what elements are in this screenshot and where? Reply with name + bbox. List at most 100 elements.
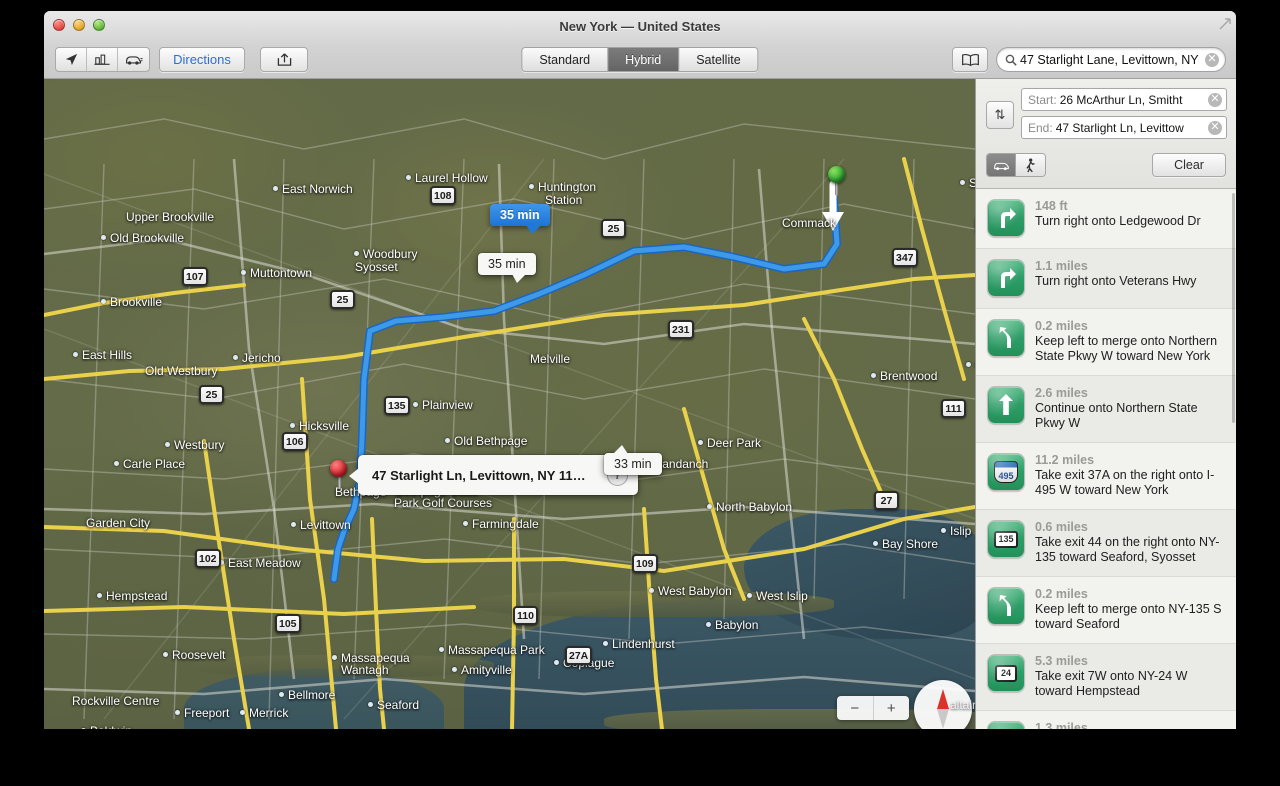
direction-step[interactable]: 0.2 miles Keep left to merge onto NY-135 … (976, 577, 1236, 644)
turn-left-icon (987, 721, 1025, 729)
map-place-dot (165, 442, 170, 447)
route-eta-callout-primary[interactable]: 35 min (490, 204, 550, 234)
place-callout[interactable]: 47 Starlight Ln, Levittown, NY 11… i (349, 455, 638, 495)
map-place-dot (233, 355, 238, 360)
direction-step-instruction: Keep left to merge onto Northern State P… (1035, 334, 1218, 363)
search-input[interactable] (1020, 52, 1205, 67)
end-value: 47 Starlight Ln, Levittow (1055, 120, 1184, 135)
map-label: Bay Shore (882, 537, 939, 551)
traffic-icon[interactable] (118, 48, 149, 71)
map-place-dot (354, 251, 359, 256)
map-place-dot (332, 655, 337, 660)
directions-step-list[interactable]: 148 ft Turn right onto Ledgewood Dr 1.1 mi… (976, 189, 1236, 729)
map-place-dot (529, 184, 534, 189)
map-label: Bellmore (288, 688, 336, 702)
map-label: Syosset (355, 260, 398, 274)
swap-endpoints-button[interactable]: ⇅ (986, 101, 1014, 129)
direction-step[interactable]: 1.3 milesTurn left onto Wantagh Ave (976, 711, 1236, 729)
map-label: Garden City (86, 516, 151, 530)
directions-button[interactable]: Directions (159, 47, 245, 72)
maps-window: New York — United States Directions Stan… (44, 11, 1236, 729)
map-tools-segment[interactable] (55, 47, 150, 72)
keep-left-icon (987, 319, 1025, 357)
map-label: Freeport (184, 706, 230, 720)
search-clear-icon[interactable]: ✕ (1205, 52, 1219, 67)
map-place-dot (101, 299, 106, 304)
map-place-dot (445, 438, 450, 443)
route-eta-callout-alt2[interactable]: 33 min (604, 445, 662, 475)
direction-step[interactable]: 148 ft Turn right onto Ledgewood Dr (976, 189, 1236, 249)
map-type-hybrid[interactable]: Hybrid (608, 48, 680, 71)
direction-step[interactable]: 1.1 miles Turn right onto Veterans Hwy (976, 249, 1236, 309)
map-place-dot (941, 528, 946, 533)
map-place-dot (163, 652, 168, 657)
map-canvas[interactable]: East Norwich Laurel Hollow Huntington Stati… (44, 79, 975, 729)
route-shield: 27A (565, 646, 593, 665)
direction-step[interactable]: 0.2 miles Keep left to merge onto Norther… (976, 309, 1236, 376)
current-location-icon[interactable] (56, 48, 87, 71)
map-label: Old Bethpage (454, 434, 528, 448)
eta-label: 33 min (614, 457, 652, 471)
route-shield: 108 (430, 186, 456, 205)
direction-step[interactable]: 135 0.6 miles Take exit 44 on the right on… (976, 510, 1236, 577)
map-place-dot (649, 588, 654, 593)
route-shield: 106 (282, 432, 308, 451)
map-label: Old Westbury (145, 364, 218, 378)
sidebar-scrollbar-thumb[interactable] (1232, 193, 1235, 423)
map-label: Park Golf Courses (394, 496, 493, 510)
turn-right-icon (987, 259, 1025, 297)
drive-mode-button[interactable] (987, 154, 1016, 176)
3d-buildings-icon[interactable] (87, 48, 118, 71)
map-label: Plainview (422, 398, 473, 412)
map-label: East Hills (82, 348, 133, 362)
map-label: Farmingdale (472, 517, 539, 531)
end-address-field[interactable]: End: 47 Starlight Ln, Levittow ✕ (1021, 116, 1227, 139)
start-label: Start: (1028, 92, 1057, 107)
clear-route-button[interactable]: Clear (1152, 153, 1226, 177)
direction-step-instruction: Turn right onto Veterans Hwy (1035, 274, 1197, 288)
route-shield: 102 (195, 549, 221, 568)
map-label: Melville (530, 352, 571, 366)
map-type-segmented-control[interactable]: Standard Hybrid Satellite (521, 47, 759, 72)
start-clear-icon[interactable]: ✕ (1208, 92, 1222, 107)
travel-mode-segmented-control[interactable] (986, 153, 1046, 177)
map-type-standard[interactable]: Standard (522, 48, 609, 71)
direction-step[interactable]: 495 11.2 miles Take exit 37A on the right … (976, 443, 1236, 510)
map-place-dot (698, 440, 703, 445)
map-label: Station (545, 193, 583, 207)
zoom-out-button[interactable]: − (837, 696, 874, 720)
search-field[interactable]: ✕ (996, 47, 1226, 72)
direction-step[interactable]: 2.6 miles Continue onto Northern State Pk… (976, 376, 1236, 443)
zoom-in-button[interactable]: + (874, 696, 910, 720)
map-label: Commack (782, 216, 837, 230)
end-clear-icon[interactable]: ✕ (1208, 120, 1222, 135)
toolbar: Directions Standard Hybrid Satellite 47 … (44, 41, 1236, 79)
route-shield: 25 (199, 385, 224, 404)
direction-step-text: 0.6 miles Take exit 44 on the right onto … (1035, 520, 1226, 565)
direction-step-distance: 1.1 miles (1035, 259, 1088, 273)
resize-grip-icon[interactable] (1218, 17, 1232, 31)
direction-step-instruction: Take exit 7W onto NY-24 W toward Hempste… (1035, 669, 1188, 698)
eta-label: 35 min (500, 208, 540, 222)
bookmarks-button[interactable] (952, 47, 988, 72)
route-shield-label: 135 (994, 530, 1018, 548)
route-eta-callout-alt1[interactable]: 35 min (478, 253, 536, 283)
map-watermark: altair (950, 698, 975, 712)
zoom-controls[interactable]: − + (837, 696, 909, 720)
map-label: West Babylon (658, 584, 732, 598)
walk-mode-button[interactable] (1016, 154, 1045, 176)
map-place-dot (871, 373, 876, 378)
sidebar-scrollbar[interactable] (1232, 189, 1236, 729)
direction-step-distance: 1.3 miles (1035, 721, 1088, 729)
direction-step-instruction: Take exit 44 on the right onto NY-135 to… (1035, 535, 1220, 564)
share-button[interactable] (260, 47, 308, 72)
window-title: New York — United States (559, 19, 721, 34)
map-label: West Islip (756, 589, 808, 603)
direction-step[interactable]: 24 5.3 miles Take exit 7W onto NY-24 W tow… (976, 644, 1236, 711)
map-type-satellite[interactable]: Satellite (679, 48, 758, 71)
map-label: Upper Brookville (126, 210, 215, 224)
map-label: Wantagh (341, 663, 389, 677)
start-address-field[interactable]: Start: 26 McArthur Ln, Smitht ✕ (1021, 88, 1227, 111)
map-label: Old Brookville (110, 231, 185, 245)
start-value: 26 McArthur Ln, Smitht (1059, 92, 1183, 107)
